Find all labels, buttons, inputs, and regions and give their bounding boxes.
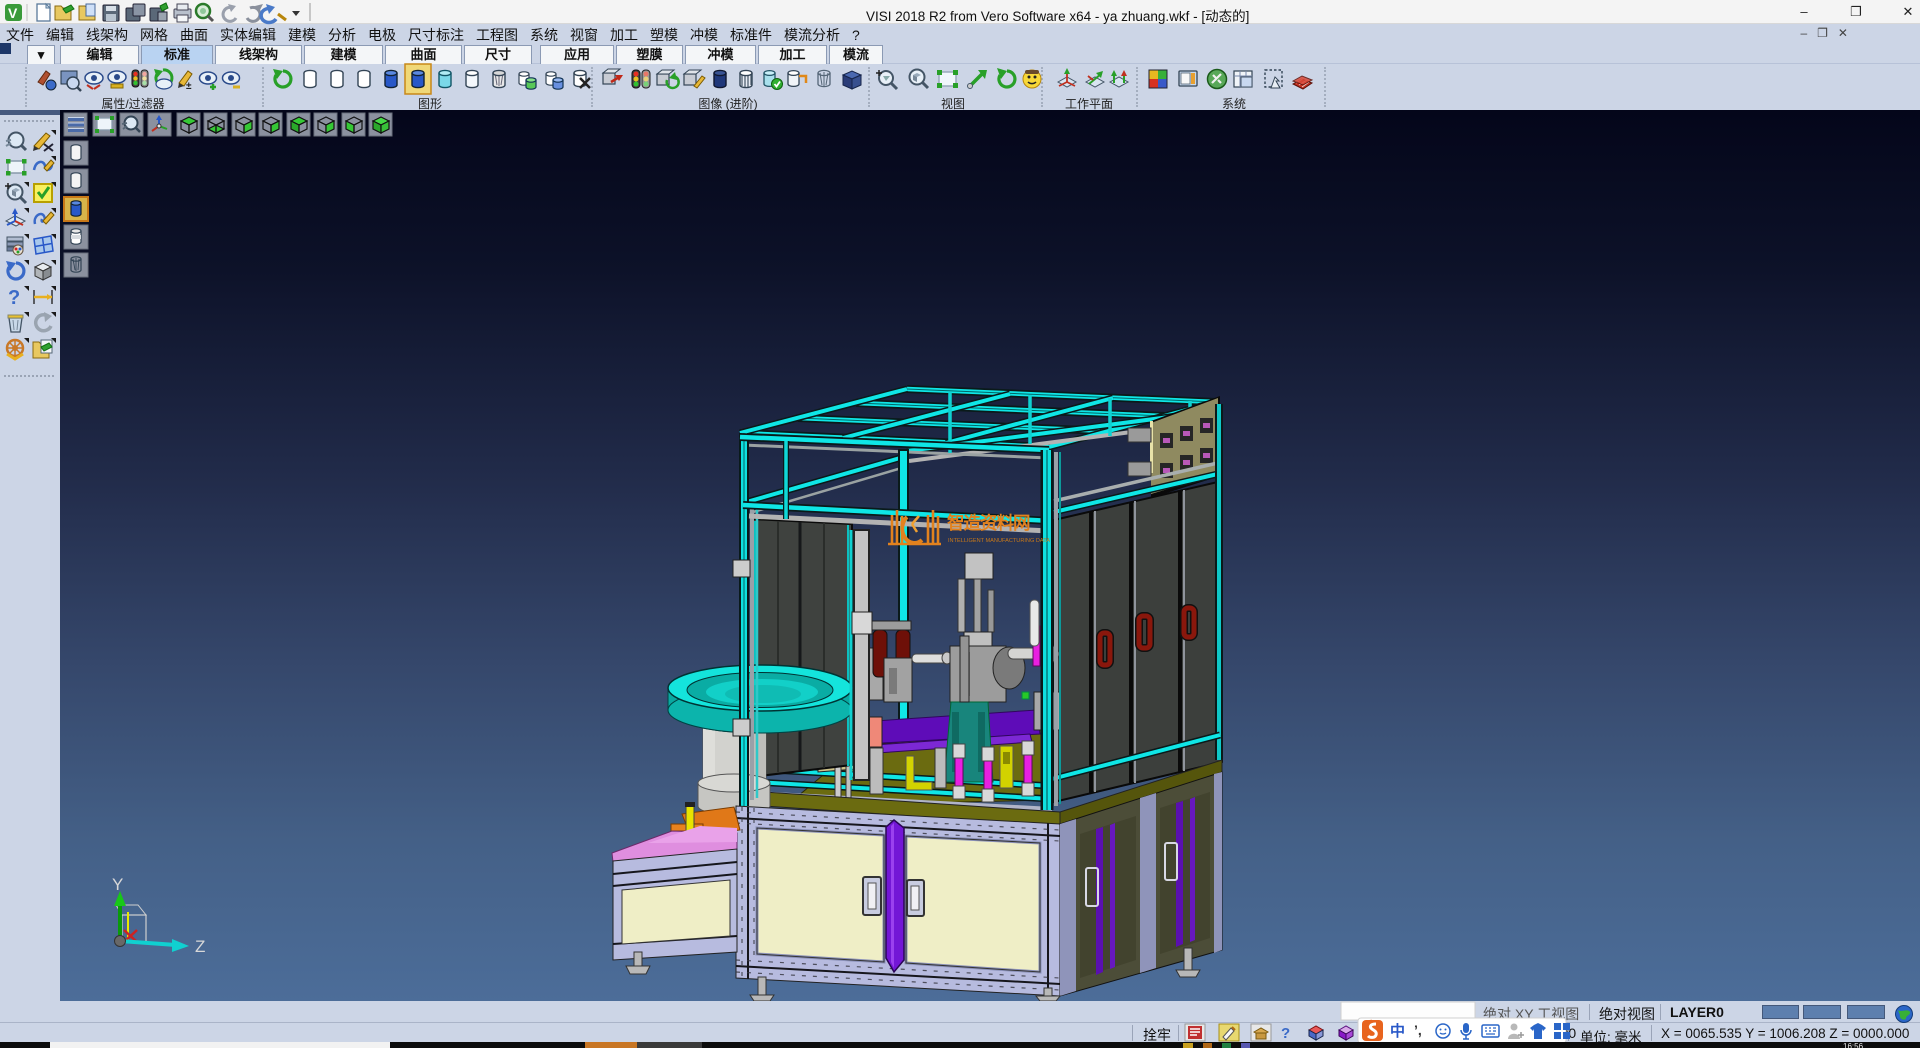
svg-text:中: 中 (1390, 1022, 1405, 1040)
svg-text:Z: Z (195, 937, 205, 956)
svg-text:智造资料网: 智造资料网 (947, 513, 1030, 533)
svg-text:Y: Y (112, 875, 123, 894)
svg-text:’,: ’, (1414, 1022, 1422, 1038)
svg-text:INTELLIGENT MANUFACTURING DATA: INTELLIGENT MANUFACTURING DATA (948, 538, 1050, 544)
svg-text:?: ? (1281, 1025, 1290, 1042)
svg-text:?: ? (8, 287, 20, 309)
